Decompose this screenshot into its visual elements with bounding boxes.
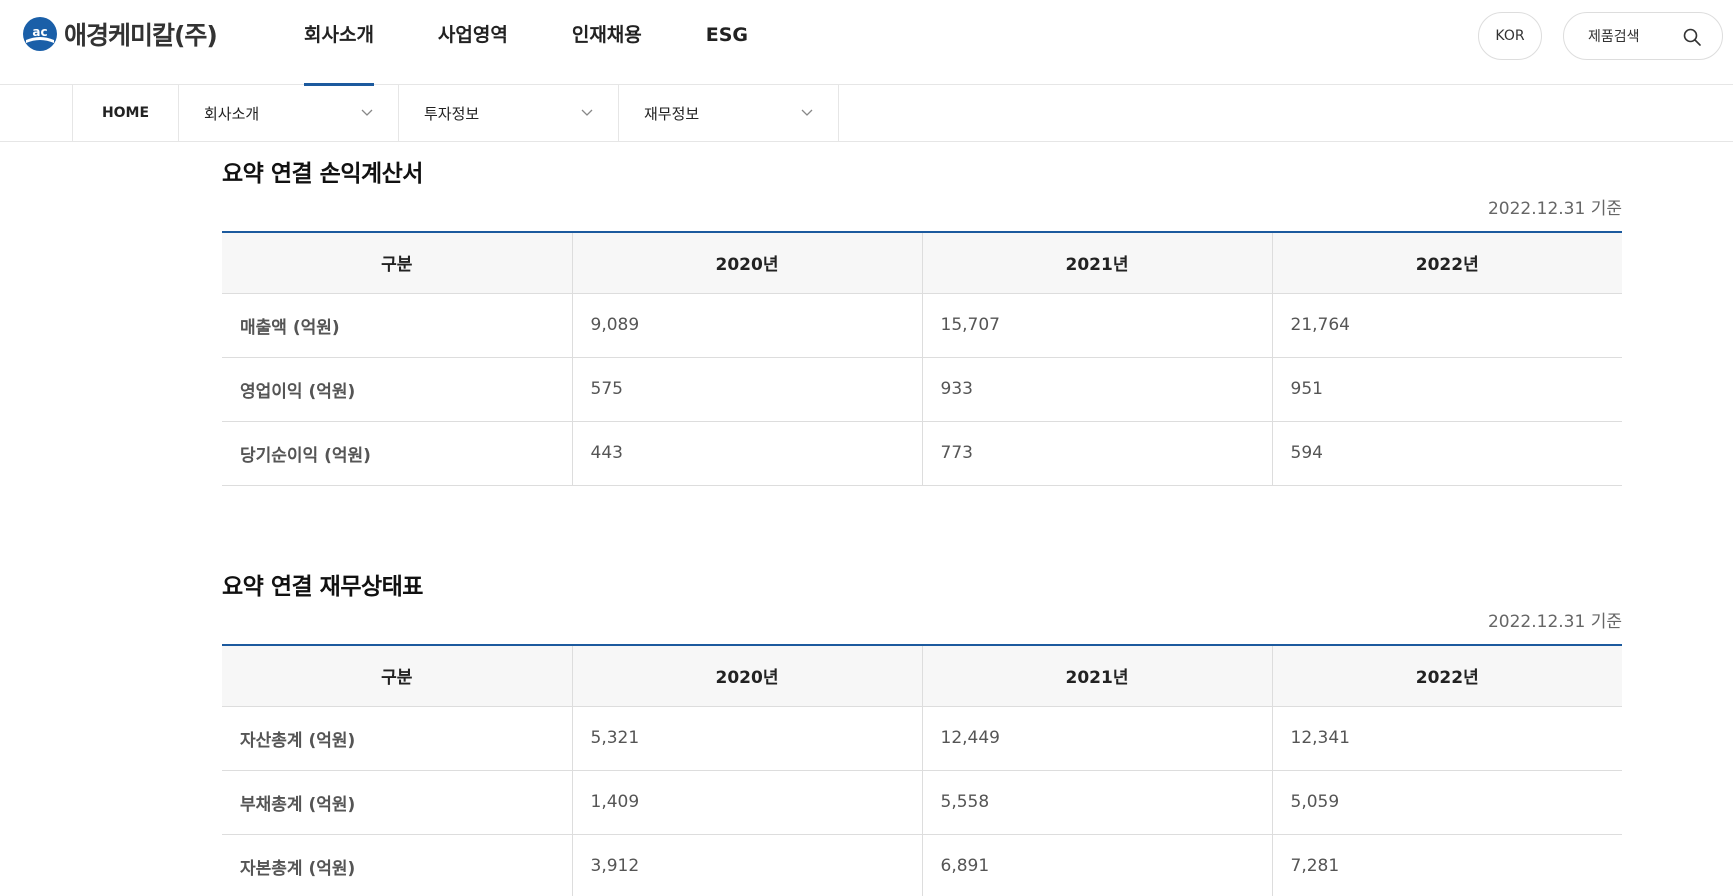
balance-table: 구분 2020년 2021년 2022년 자산총계 (억원) 5,321 12,…: [222, 644, 1622, 896]
chevron-down-icon: [361, 109, 373, 116]
table-cell: 6,891: [921, 834, 1272, 896]
row-label: 자본총계 (억원): [222, 834, 572, 896]
row-label: 당기순이익 (억원): [222, 421, 572, 486]
table-cell: 5,059: [1271, 770, 1622, 835]
table-cell: 9,089: [571, 293, 922, 358]
main-nav: 회사소개 사업영역 인재채용 ESG: [304, 0, 812, 86]
nav-recruit[interactable]: 인재채용: [572, 0, 642, 85]
nav-esg[interactable]: ESG: [706, 0, 748, 85]
column-header: 2021년: [921, 232, 1272, 294]
income-statement-section: 요약 연결 손익계산서 2022.12.31 기준 구분 2020년 2021년…: [222, 154, 1622, 494]
table-row: 당기순이익 (억원) 443 773 594: [222, 421, 1622, 486]
table-row: 부채총계 (억원) 1,409 5,558 5,059: [222, 770, 1622, 835]
nav-company[interactable]: 회사소개: [304, 0, 374, 86]
table-cell: 575: [571, 357, 922, 422]
svg-text:ac: ac: [32, 25, 47, 39]
logo-text: 애경케미칼(주): [64, 21, 218, 50]
table-cell: 443: [571, 421, 922, 486]
table-cell: 12,341: [1271, 706, 1622, 771]
product-search-button[interactable]: 제품검색: [1563, 12, 1723, 60]
column-header: 구분: [222, 232, 572, 294]
table-header-row: 구분 2020년 2021년 2022년: [222, 645, 1622, 707]
table-cell: 7,281: [1271, 834, 1622, 896]
search-icon: [1683, 28, 1701, 46]
column-header: 2020년: [571, 232, 922, 294]
column-header: 구분: [222, 645, 572, 707]
table-cell: 594: [1271, 421, 1622, 486]
breadcrumb-label: 회사소개: [204, 104, 260, 123]
basis-date: 2022.12.31 기준: [1487, 612, 1622, 632]
ac-logo-icon: ac: [23, 17, 57, 51]
column-header: 2021년: [921, 645, 1272, 707]
table-cell: 5,321: [571, 706, 922, 771]
table-row: 자산총계 (억원) 5,321 12,449 12,341: [222, 706, 1622, 771]
table-cell: 951: [1271, 357, 1622, 422]
chevron-down-icon: [581, 109, 593, 116]
breadcrumb-label: 재무정보: [644, 104, 700, 123]
table-row: 자본총계 (억원) 3,912 6,891 7,281: [222, 834, 1622, 896]
chevron-down-icon: [801, 109, 813, 116]
income-table: 구분 2020년 2021년 2022년 매출액 (억원) 9,089 15,7…: [222, 231, 1622, 486]
row-label: 자산총계 (억원): [222, 706, 572, 771]
table-cell: 5,558: [921, 770, 1272, 835]
section-title: 요약 연결 재무상태표: [222, 574, 423, 600]
table-row: 영업이익 (억원) 575 933 951: [222, 357, 1622, 422]
row-label: 매출액 (억원): [222, 293, 572, 358]
breadcrumb-dropdown-investment[interactable]: 투자정보: [399, 85, 619, 141]
table-cell: 773: [921, 421, 1272, 486]
table-row: 매출액 (억원) 9,089 15,707 21,764: [222, 293, 1622, 358]
column-header: 2022년: [1271, 232, 1622, 294]
nav-business[interactable]: 사업영역: [438, 0, 508, 85]
table-cell: 15,707: [921, 293, 1272, 358]
balance-sheet-section: 요약 연결 재무상태표 2022.12.31 기준 구분 2020년 2021년…: [222, 567, 1622, 896]
table-cell: 3,912: [571, 834, 922, 896]
basis-date: 2022.12.31 기준: [1487, 199, 1622, 219]
breadcrumb-label: 투자정보: [424, 104, 480, 123]
site-header: ac 애경케미칼(주) 회사소개 사업영역 인재채용 ESG KOR 제품검색: [0, 0, 1733, 86]
table-header-row: 구분 2020년 2021년 2022년: [222, 232, 1622, 294]
breadcrumb-home[interactable]: HOME: [73, 85, 179, 141]
column-header: 2022년: [1271, 645, 1622, 707]
row-label: 부채총계 (억원): [222, 770, 572, 835]
table-cell: 933: [921, 357, 1272, 422]
search-label: 제품검색: [1588, 29, 1640, 45]
language-button[interactable]: KOR: [1478, 12, 1542, 60]
section-title: 요약 연결 손익계산서: [222, 161, 423, 187]
site-logo[interactable]: ac 애경케미칼(주): [22, 16, 218, 52]
breadcrumb-dropdown-company[interactable]: 회사소개: [179, 85, 399, 141]
table-cell: 1,409: [571, 770, 922, 835]
row-label: 영업이익 (억원): [222, 357, 572, 422]
column-header: 2020년: [571, 645, 922, 707]
breadcrumb-dropdown-financial[interactable]: 재무정보: [619, 85, 839, 141]
table-cell: 21,764: [1271, 293, 1622, 358]
table-cell: 12,449: [921, 706, 1272, 771]
breadcrumb: HOME 회사소개 투자정보 재무정보: [0, 85, 1733, 142]
